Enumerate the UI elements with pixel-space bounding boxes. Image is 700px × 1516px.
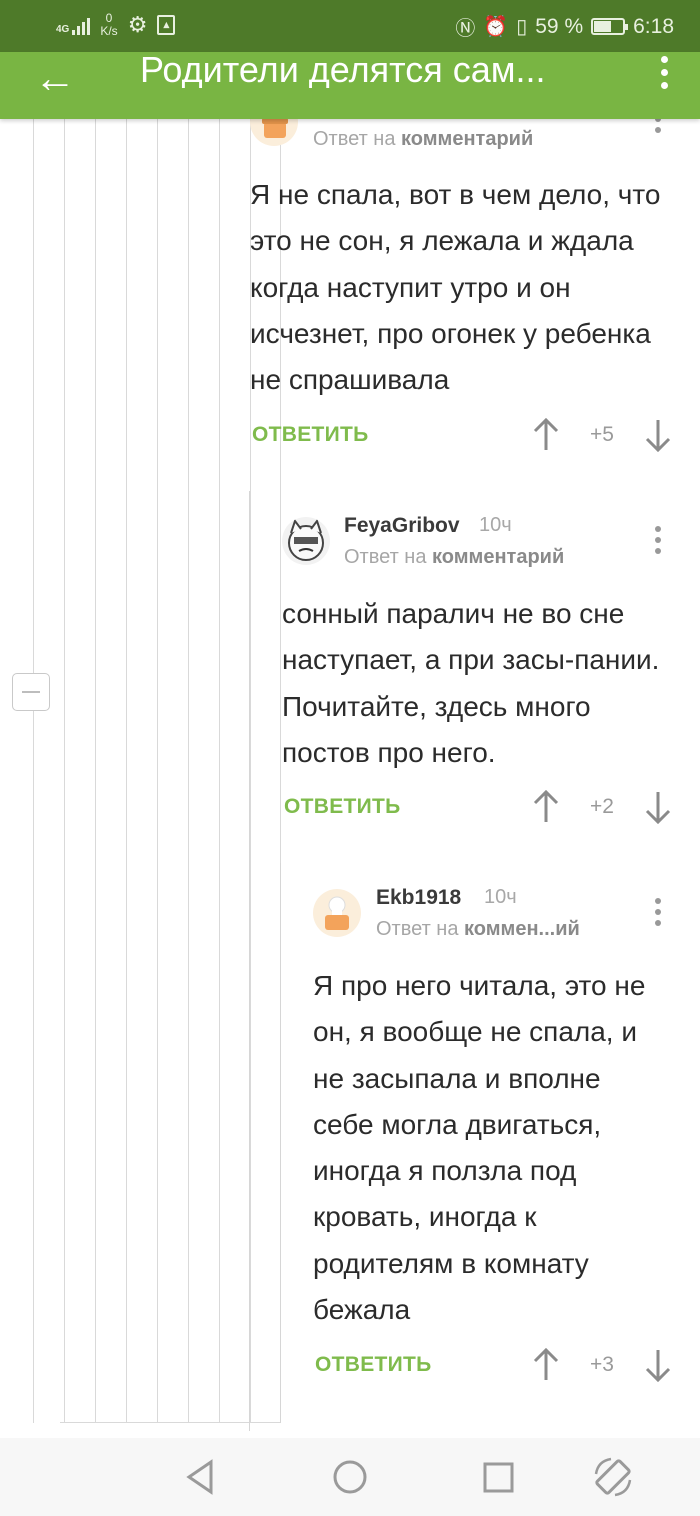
back-arrow-icon[interactable]: ← [34, 57, 76, 99]
reply-to-label: Ответ на коммен...ий [376, 918, 580, 940]
vote-up-icon[interactable] [531, 1348, 561, 1382]
comment-menu-icon[interactable] [655, 898, 661, 926]
vote-down-icon[interactable] [643, 1348, 673, 1382]
home-circle-icon[interactable] [329, 1456, 371, 1498]
comment-3: Ekb1918 10ч Ответ на коммен...ий Я про н… [0, 0, 700, 1400]
comment-time: 10ч [484, 886, 517, 908]
comment-author[interactable]: Ekb1918 [376, 886, 461, 910]
back-triangle-icon[interactable] [181, 1456, 223, 1498]
avatar[interactable] [313, 889, 361, 937]
rotate-screen-icon[interactable] [592, 1456, 634, 1498]
recents-square-icon[interactable] [477, 1456, 519, 1498]
reply-target-link[interactable]: коммен...ий [464, 918, 580, 940]
comment-score: +3 [590, 1353, 614, 1376]
more-options-icon[interactable] [661, 56, 668, 89]
page-title: Родители делятся сам... [140, 52, 546, 88]
comment-text: Я про него читала, это не он, я вообще н… [313, 970, 646, 1326]
app-bar: ← Родители делятся сам... [0, 52, 700, 119]
reply-button[interactable]: ОТВЕТИТЬ [315, 1353, 432, 1377]
system-navigation-bar [0, 1438, 700, 1516]
